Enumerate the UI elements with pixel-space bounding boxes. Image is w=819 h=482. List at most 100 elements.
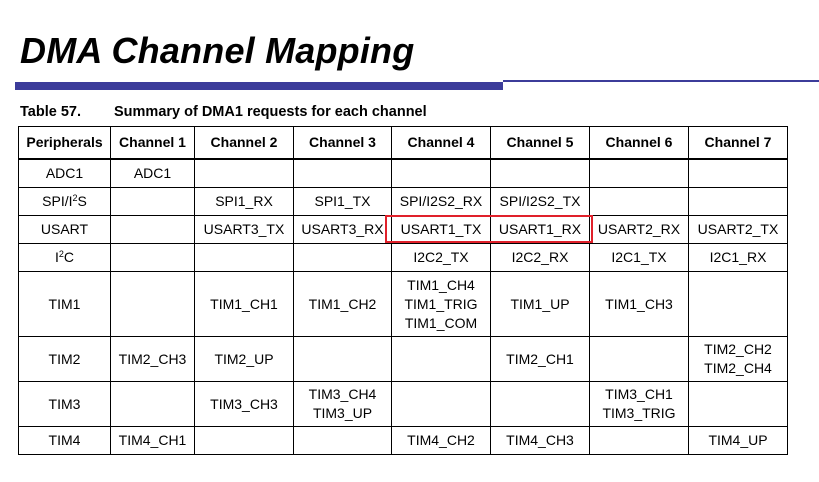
peripheral-cell: USART [18, 215, 111, 244]
channel-6-cell [589, 158, 689, 188]
channel-6-cell: TIM3_CH1 TIM3_TRIG [589, 381, 689, 427]
channel-5-cell: TIM4_CH3 [490, 426, 590, 455]
dma-request-label: USART1_RX [498, 221, 582, 237]
dma-request-label: SPI/I2S2_RX [399, 193, 483, 209]
dma-request-label: ADC1 [133, 165, 172, 181]
channel-6-cell [589, 426, 689, 455]
channel-6-cell: USART2_RX [589, 215, 689, 244]
peripheral-name-part: SPI/I [42, 193, 73, 209]
dma-request-label: TIM3_CH3 [210, 395, 278, 412]
channel-4-cell: I2C2_TX [391, 243, 491, 272]
channel-1-cell [110, 243, 195, 272]
header-channel-2: Channel 2 [194, 126, 294, 160]
channel-6-cell [589, 336, 689, 382]
table-body: ADC1 ADC1 SPI/I2S SPI1_RX SPI1_TX SPI/I2S2_RX… [18, 158, 788, 455]
channel-1-cell [110, 215, 195, 244]
dma-request-label: I2C1_RX [709, 249, 767, 265]
channel-7-cell [688, 271, 788, 337]
channel-2-cell: TIM3_CH3 [194, 381, 294, 427]
channel-3-cell: TIM3_CH4 TIM3_UP [293, 381, 392, 427]
dma-request-label: I2C2_TX [413, 249, 469, 265]
dma-request-label: USART1_TX [400, 221, 482, 237]
channel-4-cell: USART1_TX [391, 215, 491, 244]
dma-request-label: USART2_RX [597, 221, 681, 237]
channel-4-cell [391, 336, 491, 382]
dma-request-label: TIM4_CH2 [407, 432, 475, 448]
peripheral-name-part: S [77, 193, 87, 209]
channel-3-cell: USART3_RX [293, 215, 392, 244]
dma-request-label: TIM2_UP [214, 350, 274, 367]
channel-1-cell [110, 381, 195, 427]
channel-4-cell: TIM1_CH4 TIM1_TRIG TIM1_COM [391, 271, 491, 337]
header-channel-3: Channel 3 [293, 126, 392, 160]
dma-request-label: SPI/I2S2_TX [499, 193, 581, 209]
dma-request-label: TIM2_CH1 [506, 350, 574, 367]
peripheral-name-superscript: 2 [58, 249, 64, 259]
dma-request-label: TIM4_CH3 [506, 432, 574, 448]
dma-request-label: TIM1_CH4 [407, 276, 475, 293]
dma-request-label: TIM4_UP [708, 432, 768, 448]
channel-1-cell [110, 187, 195, 216]
dma-request-label: TIM1_UP [510, 295, 570, 312]
peripheral-name-part: C [63, 249, 75, 265]
dma-request-label: I2C2_RX [511, 249, 569, 265]
dma-request-label: TIM2_CH2 [704, 341, 772, 357]
channel-3-cell [293, 426, 392, 455]
channel-3-cell [293, 158, 392, 188]
channel-1-cell [110, 271, 195, 337]
dma-request-label: USART2_TX [697, 221, 779, 237]
channel-4-cell [391, 158, 491, 188]
table-row-usart: USART USART3_TX USART3_RX USART1_TX USART1_R… [18, 215, 788, 244]
channel-2-cell [194, 158, 294, 188]
table-caption: Table 57. Summary of DMA1 requests for ea… [20, 104, 427, 120]
dma-request-label: I2C1_TX [611, 249, 667, 265]
table-row-tim2: TIM2 TIM2_CH3 TIM2_UP TIM2_CH1 TIM2_CH2 TIM2_… [18, 336, 788, 382]
dma-request-label: TIM2_CH4 [704, 360, 772, 376]
table-row-i2c: I2C I2C2_TX I2C2_RX I2C1_TX I2C1_RX [18, 243, 788, 272]
channel-7-cell: I2C1_RX [688, 243, 788, 272]
title-underline-thin [503, 80, 819, 82]
dma-request-label: USART3_TX [203, 221, 285, 237]
channel-4-cell [391, 381, 491, 427]
table-row-tim1: TIM1 TIM1_CH1 TIM1_CH2 TIM1_CH4 TIM1_TRIG TIM… [18, 271, 788, 337]
peripheral-cell: TIM2 [18, 336, 111, 382]
table-header-row: Peripherals Channel 1 Channel 2 Channel … [18, 126, 788, 160]
dma-request-label: SPI1_RX [215, 193, 273, 209]
channel-6-cell: TIM1_CH3 [589, 271, 689, 337]
header-channel-7: Channel 7 [688, 126, 788, 160]
channel-5-cell: I2C2_RX [490, 243, 590, 272]
peripheral-cell: SPI/I2S [18, 187, 111, 216]
peripheral-cell: I2C [18, 243, 111, 272]
channel-1-cell: ADC1 [110, 158, 195, 188]
header-channel-4: Channel 4 [391, 126, 491, 160]
peripheral-name-superscript: 2 [72, 193, 78, 203]
channel-2-cell: SPI1_RX [194, 187, 294, 216]
dma-request-label: TIM3_UP [312, 405, 373, 421]
table-row-adc1: ADC1 ADC1 [18, 158, 788, 188]
dma-request-table: Peripherals Channel 1 Channel 2 Channel … [18, 126, 788, 455]
slide-title: DMA Channel Mapping [20, 30, 415, 71]
channel-2-cell: USART3_TX [194, 215, 294, 244]
dma-request-label: TIM3_CH1 [605, 386, 673, 402]
peripheral-cell: ADC1 [18, 158, 111, 188]
channel-5-cell [490, 158, 590, 188]
peripheral-cell: TIM3 [18, 381, 111, 427]
channel-2-cell: TIM2_UP [194, 336, 294, 382]
channel-5-cell: SPI/I2S2_TX [490, 187, 590, 216]
channel-5-cell: TIM2_CH1 [490, 336, 590, 382]
header-channel-1: Channel 1 [110, 126, 195, 160]
channel-2-cell [194, 243, 294, 272]
channel-2-cell [194, 426, 294, 455]
channel-7-cell: TIM4_UP [688, 426, 788, 455]
channel-3-cell: TIM1_CH2 [293, 271, 392, 337]
dma-request-label: TIM1_CH3 [605, 295, 673, 312]
table-row-tim3: TIM3 TIM3_CH3 TIM3_CH4 TIM3_UP TIM3_CH1 TIM3_… [18, 381, 788, 427]
channel-4-cell: SPI/I2S2_RX [391, 187, 491, 216]
channel-5-cell: TIM1_UP [490, 271, 590, 337]
dma-request-label: TIM3_CH4 [308, 386, 377, 402]
dma-request-label: TIM1_TRIG [404, 295, 478, 312]
dma-request-label: SPI1_TX [314, 193, 371, 209]
header-peripherals: Peripherals [18, 126, 111, 160]
dma-request-label: TIM1_CH1 [210, 295, 278, 312]
title-underline-thick [15, 82, 503, 90]
